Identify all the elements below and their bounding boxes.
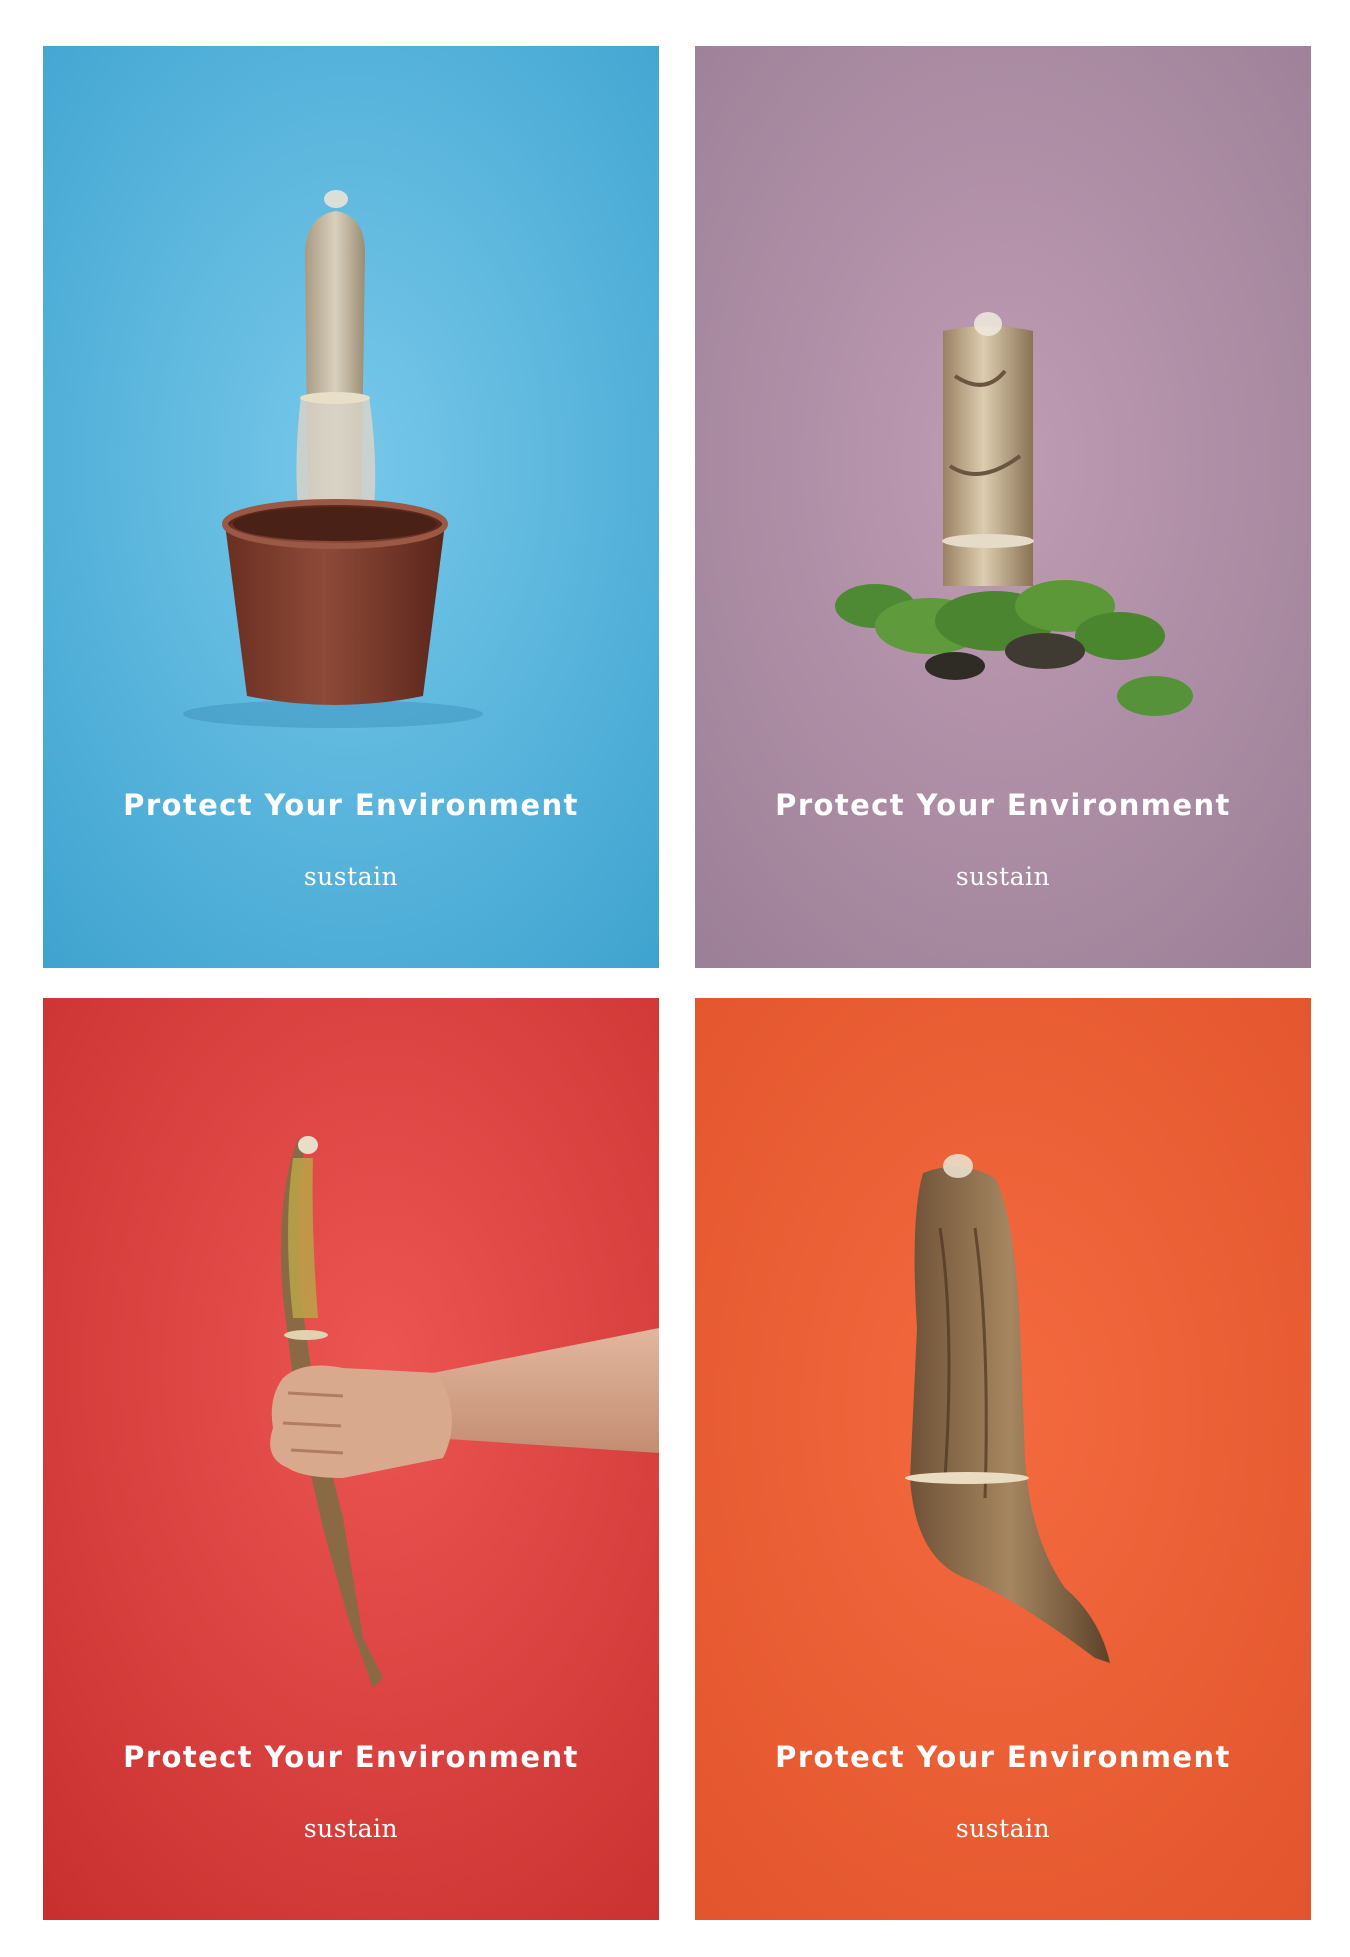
poster-cactus: Protect Your Environment sustain xyxy=(43,46,659,968)
tagline: Protect Your Environment xyxy=(775,1740,1231,1774)
driftwood-photo xyxy=(695,998,1311,1920)
sustain-logo: sustain xyxy=(303,1814,399,1843)
tagline: Protect Your Environment xyxy=(123,788,579,822)
sustain-logo: sustain xyxy=(955,862,1051,891)
tagline: Protect Your Environment xyxy=(775,788,1231,822)
poster-branch: Protect Your Environment sustain xyxy=(43,998,659,1920)
poster-log: Protect Your Environment sustain xyxy=(695,46,1311,968)
poster-driftwood: Protect Your Environment sustain xyxy=(695,998,1311,1920)
tagline: Protect Your Environment xyxy=(123,1740,579,1774)
sustain-logo: sustain xyxy=(955,1814,1051,1843)
poster-grid: Protect Your Environment sustain Protect… xyxy=(0,0,1350,1957)
sustain-logo: sustain xyxy=(303,862,399,891)
log-photo xyxy=(695,46,1311,968)
cactus-photo xyxy=(43,46,659,968)
branch-photo xyxy=(43,998,659,1920)
